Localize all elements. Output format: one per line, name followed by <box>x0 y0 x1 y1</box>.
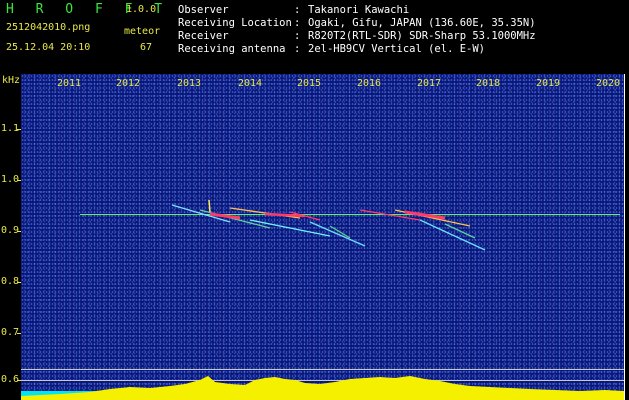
meteor-trace-group <box>171 199 486 251</box>
meteor-trace <box>171 204 231 223</box>
power-bars <box>21 376 624 400</box>
meteor-trace <box>419 219 486 251</box>
meteor-trace <box>208 199 211 213</box>
power-histogram <box>21 376 624 400</box>
meteor-trace <box>404 210 446 220</box>
meteor-trace <box>249 219 331 237</box>
meteor-echoes <box>21 199 624 400</box>
meteor-trace <box>444 223 476 239</box>
meteor-trace <box>229 207 301 219</box>
